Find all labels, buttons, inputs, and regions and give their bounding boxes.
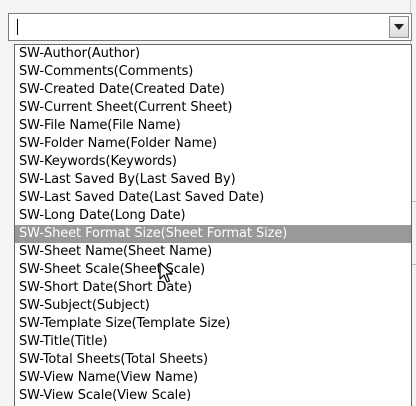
list-item[interactable]: SW-Title(Title) xyxy=(15,333,411,351)
list-item[interactable]: SW-Folder Name(Folder Name) xyxy=(15,135,411,153)
property-combo-box[interactable] xyxy=(8,13,412,41)
list-item[interactable]: SW-Template Size(Template Size) xyxy=(15,315,411,333)
list-item[interactable]: SW-Author(Author) xyxy=(15,45,411,63)
list-item[interactable]: SW-Last Saved By(Last Saved By) xyxy=(15,171,411,189)
text-caret xyxy=(17,19,18,35)
list-item[interactable]: SW-Subject(Subject) xyxy=(15,297,411,315)
property-combo-input[interactable] xyxy=(11,16,391,38)
list-item[interactable]: SW-Total Sheets(Total Sheets) xyxy=(15,351,411,369)
list-item[interactable]: SW-Current Sheet(Current Sheet) xyxy=(15,99,411,117)
list-item[interactable]: SW-Long Date(Long Date) xyxy=(15,207,411,225)
list-item[interactable]: SW-Short Date(Short Date) xyxy=(15,279,411,297)
dropdown-toggle-button[interactable] xyxy=(389,16,409,38)
list-item[interactable]: SW-View Scale(View Scale) xyxy=(15,387,411,405)
list-item[interactable]: SW-File Name(File Name) xyxy=(15,117,411,135)
list-item[interactable]: SW-Last Saved Date(Last Saved Date) xyxy=(15,189,411,207)
chevron-down-icon xyxy=(394,24,404,30)
list-item[interactable]: SW-Created Date(Created Date) xyxy=(15,81,411,99)
list-item[interactable]: SW-Sheet Scale(Sheet Scale) xyxy=(15,261,411,279)
property-dropdown-list[interactable]: SW-Author(Author) SW-Comments(Comments) SW… xyxy=(14,44,412,406)
property-selector-window: SW-Author(Author) SW-Comments(Comments) SW… xyxy=(0,0,416,406)
property-list: SW-Author(Author) SW-Comments(Comments) SW… xyxy=(15,45,411,405)
list-item[interactable]: SW-Keywords(Keywords) xyxy=(15,153,411,171)
list-item[interactable]: SW-Sheet Name(Sheet Name) xyxy=(15,243,411,261)
list-item[interactable]: SW-Comments(Comments) xyxy=(15,63,411,81)
list-item-selected[interactable]: SW-Sheet Format Size(Sheet Format Size) xyxy=(15,225,411,243)
list-item[interactable]: SW-View Name(View Name) xyxy=(15,369,411,387)
